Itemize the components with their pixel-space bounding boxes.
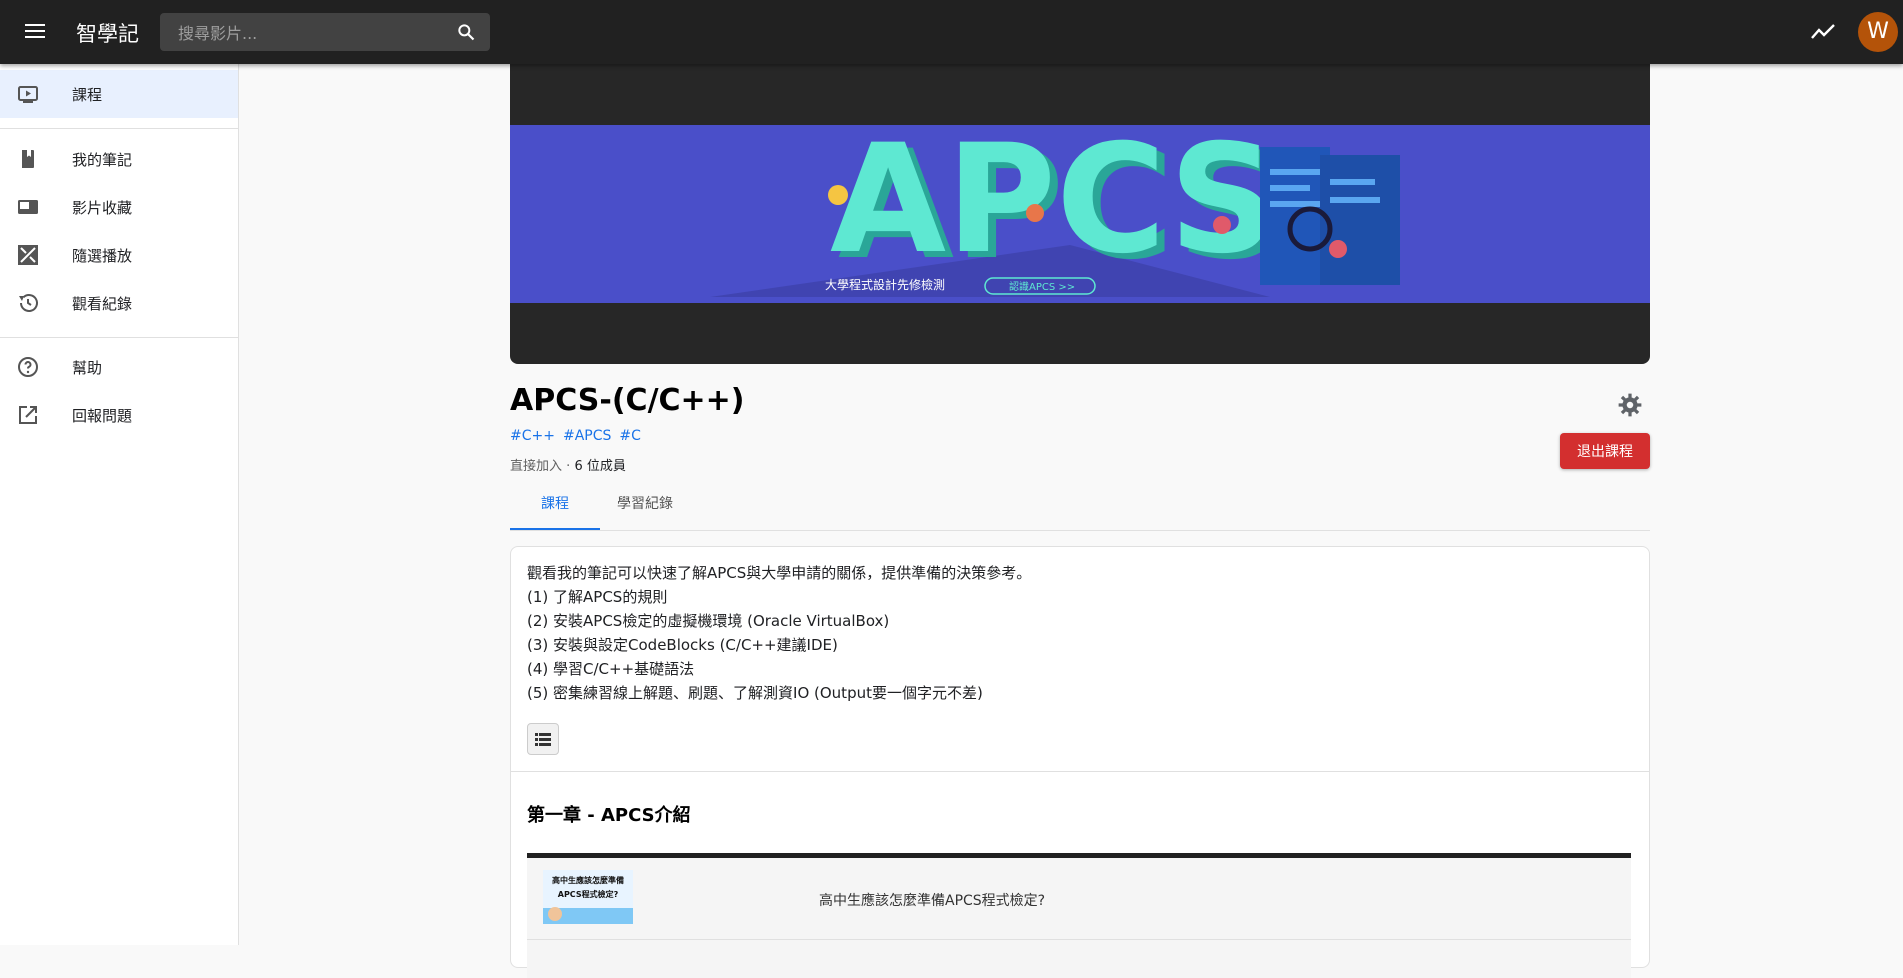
search-input[interactable] — [176, 13, 440, 53]
sidebar-item-label: 回報問題 — [72, 407, 133, 425]
history-icon — [19, 294, 38, 312]
description-line: (1) 了解APCS的規則 — [527, 588, 668, 606]
course-meta: 直接加入 · 6 位成員 — [510, 455, 626, 474]
course-tabs: 課程 學習紀錄 — [510, 484, 1650, 531]
tag-link[interactable]: #C — [619, 428, 641, 444]
trending-icon[interactable] — [1810, 20, 1836, 44]
card-divider — [511, 771, 1649, 772]
video-list-item[interactable]: 高中生應該怎麼準備 APCS程式檢定? 高中生應該怎麼準備APCS程式檢定? — [527, 853, 1631, 978]
help-icon — [18, 357, 38, 377]
course-content-card: 觀看我的筆記可以快速了解APCS與大學申請的關係，提供準備的決策參考。 (1) … — [510, 546, 1650, 978]
sidebar-item-courses[interactable]: 課程 — [0, 70, 238, 118]
row-divider — [527, 939, 1631, 940]
video-collection-icon — [18, 200, 38, 214]
sidebar-item-report-issue[interactable]: 回報問題 — [0, 391, 238, 439]
book-icon — [22, 150, 34, 168]
thumbnail-text: 高中生應該怎麼準備 — [552, 875, 624, 885]
sidebar-item-label: 觀看紀錄 — [72, 295, 133, 313]
sidebar-item-my-notes[interactable]: 我的筆記 — [0, 135, 238, 183]
sidebar-item-label: 課程 — [72, 86, 103, 104]
sidebar-item-history[interactable]: 觀看紀錄 — [0, 279, 238, 327]
tab-course[interactable]: 課程 — [510, 484, 600, 530]
sidebar-item-label: 隨選播放 — [72, 247, 133, 265]
open-external-icon — [19, 406, 37, 424]
tab-learning-record[interactable]: 學習紀錄 — [600, 484, 690, 530]
top-app-bar: 智學記 W — [0, 0, 1903, 64]
shuffle-icon — [18, 245, 38, 265]
sidebar-item-help[interactable]: 幫助 — [0, 343, 238, 391]
video-thumbnail: 高中生應該怎麼準備 APCS程式檢定? — [543, 870, 633, 924]
banner-logo-text: APCS — [830, 125, 1277, 287]
tag-link[interactable]: #C++ — [510, 428, 555, 444]
tag-link[interactable]: #APCS — [563, 428, 611, 444]
description-line: (4) 學習C/C++基礎語法 — [527, 660, 695, 678]
thumbnail-text: APCS程式檢定? — [558, 889, 619, 899]
description-line: 觀看我的筆記可以快速了解APCS與大學申請的關係，提供準備的決策參考。 — [527, 564, 1032, 582]
avatar[interactable]: W — [1858, 12, 1898, 52]
sidebar-item-video-collection[interactable]: 影片收藏 — [0, 183, 238, 231]
banner-caption: 大學程式設計先修檢測 — [825, 277, 945, 292]
course-description: 觀看我的筆記可以快速了解APCS與大學申請的關係，提供準備的決策參考。 (1) … — [527, 561, 1031, 705]
sidebar-item-label: 影片收藏 — [72, 199, 133, 217]
member-count: 6 位成員 — [574, 459, 626, 474]
video-title[interactable]: 高中生應該怎麼準備APCS程式檢定? — [819, 890, 1045, 910]
banner-cta: 認識APCS >> — [1009, 280, 1075, 293]
sidebar-item-label: 幫助 — [72, 359, 103, 377]
search-box — [160, 13, 490, 53]
course-title: APCS-(C/C++) — [510, 383, 745, 418]
search-icon[interactable] — [456, 22, 476, 42]
list-icon — [535, 733, 551, 746]
description-line: (2) 安裝APCS檢定的虛擬機環境 (Oracle VirtualBox) — [527, 612, 890, 630]
menu-icon[interactable] — [20, 20, 50, 44]
chapter-title: 第一章 - APCS介紹 — [527, 805, 691, 826]
description-line: (3) 安裝與設定CodeBlocks (C/C++建議IDE) — [527, 636, 838, 654]
sidebar-item-shuffle-play[interactable]: 隨選播放 — [0, 231, 238, 279]
join-type: 直接加入 — [510, 459, 563, 474]
sidebar-item-label: 我的筆記 — [72, 151, 133, 169]
course-banner: APCS APCS 大學程式設計先修檢測 認識APCS >> — [510, 64, 1650, 364]
sidebar-divider — [0, 337, 238, 338]
meta-separator: · — [566, 459, 571, 474]
sidebar: 課程 我的筆記 影片收藏 隨選播放 觀看紀錄 幫助 回報問題 — [0, 64, 239, 945]
app-title[interactable]: 智學記 — [76, 18, 139, 48]
sidebar-divider — [0, 128, 238, 129]
list-view-button[interactable] — [527, 723, 559, 755]
video-library-icon — [18, 86, 38, 103]
leave-course-button[interactable]: 退出課程 — [1560, 433, 1650, 469]
description-line: (5) 密集練習線上解題、刷題、了解測資IO (Output要一個字元不差) — [527, 684, 983, 702]
gear-icon[interactable] — [1617, 392, 1643, 418]
course-tags: #C++ #APCS #C — [510, 428, 649, 444]
banner-image: APCS APCS 大學程式設計先修檢測 認識APCS >> — [510, 125, 1650, 303]
